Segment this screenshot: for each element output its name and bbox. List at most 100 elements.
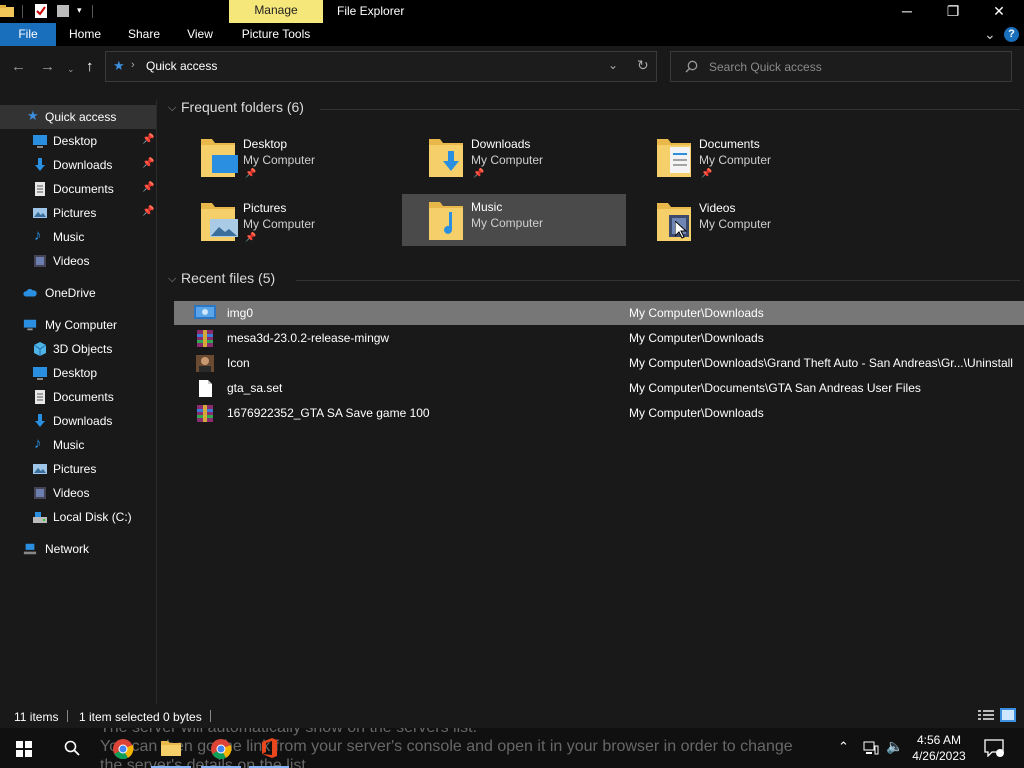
recent-file-row[interactable]: gta_sa.set My Computer\Documents\GTA San…: [174, 376, 1024, 400]
sidebar-item-desktop-pc[interactable]: Desktop: [0, 361, 156, 385]
sidebar-item-music-pc[interactable]: ♪ Music: [0, 433, 156, 457]
chrome-taskbar-button[interactable]: [100, 728, 146, 768]
folder-tile-documents[interactable]: Documents My Computer 📌: [654, 131, 878, 183]
sidebar-item-pictures[interactable]: Pictures 📌: [0, 201, 156, 225]
pin-icon: 📌: [142, 134, 155, 145]
sidebar-item-downloads[interactable]: Downloads 📌: [0, 153, 156, 177]
folder-location: My Computer: [243, 217, 316, 231]
search-input[interactable]: [709, 58, 999, 76]
recent-locations-icon[interactable]: ⌄: [67, 62, 75, 77]
navigation-pane: ★ Quick access Desktop 📌 Downloads 📌 Doc…: [0, 100, 157, 704]
notifications-icon[interactable]: [984, 739, 1004, 757]
back-icon[interactable]: ←: [11, 59, 26, 74]
new-folder-icon[interactable]: [56, 4, 70, 18]
pin-icon: 📌: [142, 158, 155, 169]
desktop-icon: [33, 135, 47, 148]
file-path: My Computer\Downloads\Grand Theft Auto -…: [629, 356, 1013, 370]
sidebar-item-videos-pc[interactable]: Videos: [0, 481, 156, 505]
group-title: Recent files (5): [181, 270, 276, 286]
recent-file-row[interactable]: 1676922352_GTA SA Save game 100 My Compu…: [174, 401, 1024, 425]
recent-file-row[interactable]: Icon My Computer\Downloads\Grand Theft A…: [174, 351, 1024, 375]
sidebar-item-downloads-pc[interactable]: Downloads: [0, 409, 156, 433]
sidebar-item-label: 3D Objects: [53, 342, 113, 356]
sidebar-item-desktop[interactable]: Desktop 📌: [0, 129, 156, 153]
sidebar-item-videos[interactable]: Videos: [0, 249, 156, 273]
volume-icon[interactable]: 🔈: [886, 738, 903, 755]
qat-dropdown-icon[interactable]: ▾: [77, 5, 82, 16]
sidebar-item-music[interactable]: ♪ Music: [0, 225, 156, 249]
sidebar-item-my-computer[interactable]: My Computer: [0, 313, 156, 337]
sidebar-item-label: Desktop: [53, 134, 98, 148]
folder-name: Music: [471, 200, 503, 214]
help-icon[interactable]: ?: [1004, 27, 1019, 42]
tab-home[interactable]: Home: [62, 23, 108, 46]
restore-button[interactable]: ❐: [930, 0, 976, 23]
manage-tab[interactable]: Manage: [229, 0, 323, 23]
network-status-icon[interactable]: [863, 741, 879, 755]
tab-share[interactable]: Share: [122, 23, 166, 46]
show-hidden-icons-icon[interactable]: ⌃: [838, 739, 849, 755]
search-box[interactable]: [670, 51, 1012, 82]
address-dropdown-icon[interactable]: ⌄: [608, 58, 618, 72]
sidebar-item-quick-access[interactable]: ★ Quick access: [0, 105, 156, 129]
sidebar-item-documents[interactable]: Documents 📌: [0, 177, 156, 201]
chrome-profile-taskbar-button[interactable]: [198, 728, 244, 768]
image-file-icon: [194, 305, 216, 319]
folder-tile-downloads[interactable]: Downloads My Computer 📌: [426, 131, 650, 183]
folder-tile-music[interactable]: Music My Computer: [402, 194, 626, 246]
sidebar-item-local-disk[interactable]: Local Disk (C:): [0, 505, 156, 529]
breadcrumb-quick-access[interactable]: Quick access: [146, 59, 217, 73]
address-bar[interactable]: ★ › Quick access ⌄ ↻: [105, 51, 657, 82]
office-icon: [262, 738, 277, 758]
properties-icon[interactable]: [34, 4, 48, 18]
file-path: My Computer\Downloads: [629, 331, 764, 345]
forward-icon[interactable]: →: [40, 59, 55, 74]
large-icons-view-icon[interactable]: [1000, 708, 1016, 722]
minimize-button[interactable]: ─: [884, 0, 930, 23]
sidebar-item-label: OneDrive: [45, 286, 96, 300]
sidebar-item-onedrive[interactable]: OneDrive: [0, 281, 156, 305]
folder-tile-videos[interactable]: Videos My Computer: [654, 195, 878, 247]
desktop-icon: [33, 367, 47, 380]
sidebar-item-label: Videos: [53, 486, 90, 500]
close-button[interactable]: ✕: [976, 0, 1022, 23]
folder-tile-pictures[interactable]: Pictures My Computer 📌: [198, 195, 422, 247]
close-icon: ✕: [993, 3, 1005, 19]
sidebar-item-documents-pc[interactable]: Documents: [0, 385, 156, 409]
expand-ribbon-icon[interactable]: ⌄: [984, 26, 996, 43]
item-count: 11 items: [14, 710, 59, 724]
office-taskbar-button[interactable]: [246, 728, 292, 768]
details-view-icon[interactable]: [978, 709, 994, 721]
collapse-chevron-icon[interactable]: ⌵: [168, 273, 176, 286]
chrome-icon: [113, 739, 134, 760]
recent-file-row[interactable]: img0 My Computer\Downloads: [174, 301, 1024, 325]
system-clock[interactable]: 4:56 AM 4/26/2023: [908, 732, 970, 764]
breadcrumb-chevron-icon[interactable]: ›: [131, 59, 135, 71]
folder-location: My Computer: [699, 217, 772, 231]
qat-divider: [22, 5, 23, 18]
tab-picture-tools[interactable]: Picture Tools: [236, 23, 316, 46]
taskbar: The server will automatically show on th…: [0, 728, 1024, 768]
tab-view[interactable]: View: [180, 23, 220, 46]
sidebar-item-3d-objects[interactable]: 3D Objects: [0, 337, 156, 361]
collapse-chevron-icon[interactable]: ⌵: [168, 102, 176, 115]
group-title: Frequent folders (6): [181, 99, 304, 115]
qat-divider: [92, 5, 93, 18]
sidebar-item-network[interactable]: Network: [0, 537, 156, 561]
sidebar-item-label: Quick access: [45, 110, 117, 124]
file-name: img0: [227, 306, 254, 320]
videos-icon: [34, 255, 46, 267]
recent-file-row[interactable]: mesa3d-23.0.2-release-mingw My Computer\…: [174, 326, 1024, 350]
up-icon[interactable]: ↑: [86, 59, 94, 74]
tab-file[interactable]: File: [0, 23, 56, 46]
sidebar-item-pictures-pc[interactable]: Pictures: [0, 457, 156, 481]
folder-tile-desktop[interactable]: Desktop My Computer 📌: [198, 131, 422, 183]
folder-location: My Computer: [243, 153, 316, 167]
cube-icon: [33, 342, 47, 356]
mouse-cursor-icon: [675, 221, 687, 239]
status-bar: 11 items 1 item selected 0 bytes: [0, 704, 1024, 728]
file-explorer-taskbar-button[interactable]: [148, 728, 194, 768]
refresh-icon[interactable]: ↻: [637, 57, 649, 74]
start-button[interactable]: [0, 728, 46, 768]
search-taskbar-button[interactable]: [48, 728, 94, 768]
